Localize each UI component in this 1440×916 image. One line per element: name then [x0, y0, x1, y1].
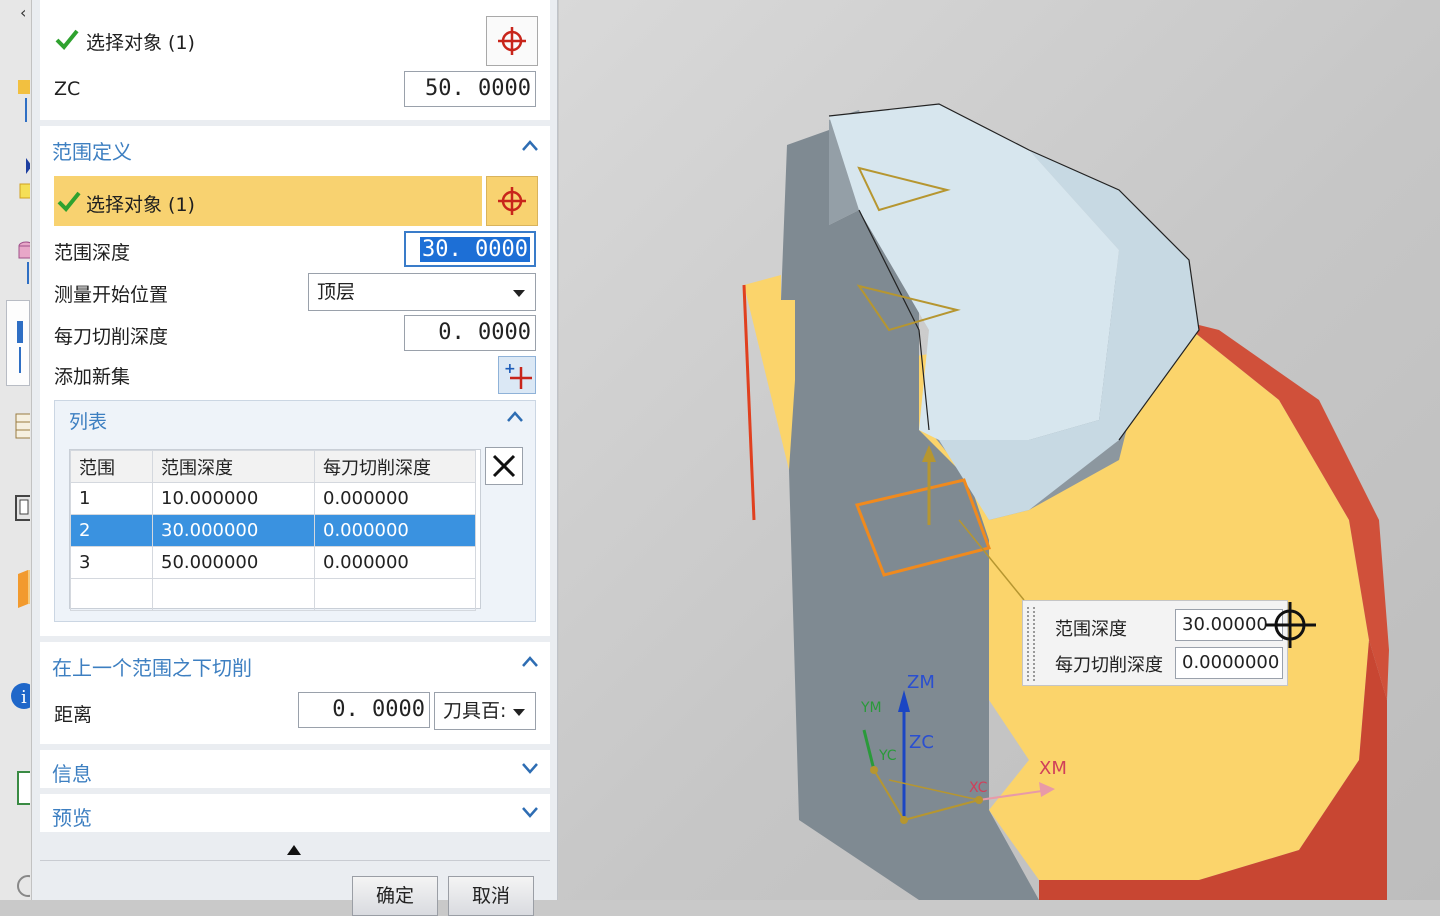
- crosshair-icon: [487, 187, 537, 229]
- table-row-empty: [70, 578, 476, 611]
- select-object-button[interactable]: [486, 16, 538, 66]
- axis-label-zm: ZM: [907, 672, 935, 693]
- popup-per-cut-label: 每刀切削深度: [1055, 655, 1163, 676]
- table-row-selected[interactable]: 2 30.000000 0.000000: [70, 514, 476, 547]
- measure-start-select[interactable]: 顶层: [308, 273, 536, 311]
- cursor-crosshair-icon: [1264, 600, 1320, 654]
- per-cut-depth-label: 每刀切削深度: [54, 326, 169, 348]
- graphics-viewport[interactable]: ZM ZC XM XC YM YC: [559, 0, 1440, 900]
- add-set-icon: +: [499, 361, 537, 399]
- ok-button[interactable]: 确定: [352, 876, 438, 916]
- distance-unit-value: 刀具百:: [443, 700, 507, 722]
- top-level-section: 选择对象 (1) ZC 50. 0000: [40, 0, 550, 120]
- column-header-range[interactable]: 范围: [70, 450, 153, 483]
- axis-label-xm: XM: [1039, 758, 1067, 779]
- measure-start-label: 测量开始位置: [54, 284, 169, 306]
- check-icon: [54, 26, 80, 56]
- chevron-up-icon[interactable]: [520, 650, 540, 679]
- preview-title[interactable]: 预览: [52, 802, 92, 831]
- table-header-row: 范围 范围深度 每刀切削深度: [70, 450, 476, 483]
- zc-label: ZC: [54, 78, 81, 100]
- cell-depth: 10.000000: [152, 482, 315, 515]
- list-title[interactable]: 列表: [69, 407, 107, 434]
- table-row[interactable]: 1 10.000000 0.000000: [70, 482, 476, 515]
- range-depth-label: 范围深度: [54, 242, 131, 264]
- column-header-depth[interactable]: 范围深度: [152, 450, 315, 483]
- dropdown-arrow-icon: [513, 290, 525, 297]
- cut-levels-dialog: 选择对象 (1) ZC 50. 0000 范围定义 选择对象 (1) 范围深度: [32, 0, 558, 916]
- svg-text:+: +: [504, 361, 516, 377]
- chevron-down-icon[interactable]: [520, 756, 540, 785]
- stock-icon[interactable]: [6, 566, 32, 608]
- svg-text:i: i: [21, 687, 27, 708]
- add-new-set-label: 添加新集: [54, 366, 131, 388]
- info-icon[interactable]: i: [6, 676, 37, 709]
- select-object-label: 选择对象 (1): [86, 32, 195, 54]
- zc-input[interactable]: 50. 0000: [404, 71, 536, 107]
- delete-icon: [486, 454, 522, 488]
- cell-range: 2: [70, 514, 153, 547]
- range-depth-input[interactable]: 30. 0000: [404, 231, 536, 267]
- check-icon: [56, 188, 82, 218]
- info-section[interactable]: 信息: [40, 750, 550, 788]
- cell-per-cut: 0.000000: [314, 482, 476, 515]
- cell-per-cut: 0.000000: [314, 514, 476, 547]
- distance-input[interactable]: 0. 0000: [298, 692, 430, 728]
- globe-icon[interactable]: [6, 866, 39, 898]
- geometry-navigator-icon[interactable]: [6, 236, 34, 284]
- resource-toolbar: ‹ i: [0, 0, 39, 900]
- info-title[interactable]: 信息: [52, 758, 92, 787]
- axis-label-xc: XC: [969, 780, 988, 796]
- cut-below-title[interactable]: 在上一个范围之下切削: [52, 652, 252, 681]
- select-object-label: 选择对象 (1): [86, 194, 195, 216]
- cell-depth: 50.000000: [152, 546, 315, 579]
- select-object-row[interactable]: 选择对象 (1): [54, 176, 482, 226]
- chevron-down-icon[interactable]: [520, 800, 540, 829]
- divider: [40, 860, 550, 861]
- axis-label-yc: YC: [878, 748, 897, 764]
- axis-label-ym: YM: [860, 700, 882, 716]
- measure-start-value: 顶层: [317, 281, 356, 303]
- collapse-icon[interactable]: ‹: [6, 0, 30, 26]
- cell-range: 3: [70, 546, 153, 579]
- distance-label: 距离: [54, 704, 93, 726]
- range-depth-value: 30. 0000: [420, 237, 530, 262]
- cell-range: 1: [70, 482, 153, 515]
- dropdown-arrow-icon: [513, 709, 525, 716]
- collapse-dialog-icon[interactable]: [286, 842, 302, 861]
- range-list-table: 范围 范围深度 每刀切削深度 1 10.000000 0.000000 2 30…: [70, 450, 476, 611]
- cell-per-cut: 0.000000: [314, 546, 476, 579]
- method-navigator-icon[interactable]: [6, 300, 30, 386]
- book-icon[interactable]: [6, 490, 33, 522]
- table-row[interactable]: 3 50.000000 0.000000: [70, 546, 476, 579]
- onscreen-input-popup: 范围深度 30.00000 每刀切削深度 0.0000000: [1022, 600, 1288, 686]
- history-icon[interactable]: [6, 766, 33, 805]
- spreadsheet-icon[interactable]: [6, 408, 33, 440]
- select-object-button[interactable]: [486, 176, 538, 226]
- operation-navigator-icon[interactable]: [6, 76, 30, 122]
- range-list-table-wrap: 范围 范围深度 每刀切削深度 1 10.000000 0.000000 2 30…: [69, 449, 481, 611]
- cancel-button[interactable]: 取消: [448, 876, 534, 916]
- cut-below-section: 在上一个范围之下切削 距离 0. 0000 刀具百:: [40, 642, 550, 744]
- drag-handle[interactable]: [1027, 607, 1035, 681]
- cell-depth: 30.000000: [152, 514, 315, 547]
- column-header-per-cut[interactable]: 每刀切削深度: [314, 450, 476, 483]
- distance-unit-select[interactable]: 刀具百:: [434, 692, 536, 730]
- add-new-set-button[interactable]: +: [498, 356, 536, 394]
- range-definition-section: 范围定义 选择对象 (1) 范围深度 30. 0000 测量开始位置 顶层 每刀…: [40, 126, 550, 636]
- crosshair-icon: [487, 27, 537, 69]
- svg-text:‹: ‹: [20, 3, 26, 22]
- machine-navigator-icon[interactable]: [6, 156, 33, 199]
- part-model: ZM ZC XM XC YM YC: [742, 103, 1389, 900]
- delete-range-button[interactable]: [485, 447, 523, 485]
- list-subsection: 列表 范围 范围深度 每刀切削深度 1 10.000000 0.000000 2…: [54, 400, 536, 622]
- popup-depth-label: 范围深度: [1055, 619, 1127, 640]
- per-cut-depth-input[interactable]: 0. 0000: [404, 315, 536, 351]
- range-definition-title[interactable]: 范围定义: [52, 136, 132, 165]
- axis-label-zc: ZC: [909, 732, 934, 753]
- chevron-up-icon[interactable]: [505, 405, 525, 433]
- chevron-up-icon[interactable]: [520, 134, 540, 163]
- preview-section[interactable]: 预览: [40, 794, 550, 832]
